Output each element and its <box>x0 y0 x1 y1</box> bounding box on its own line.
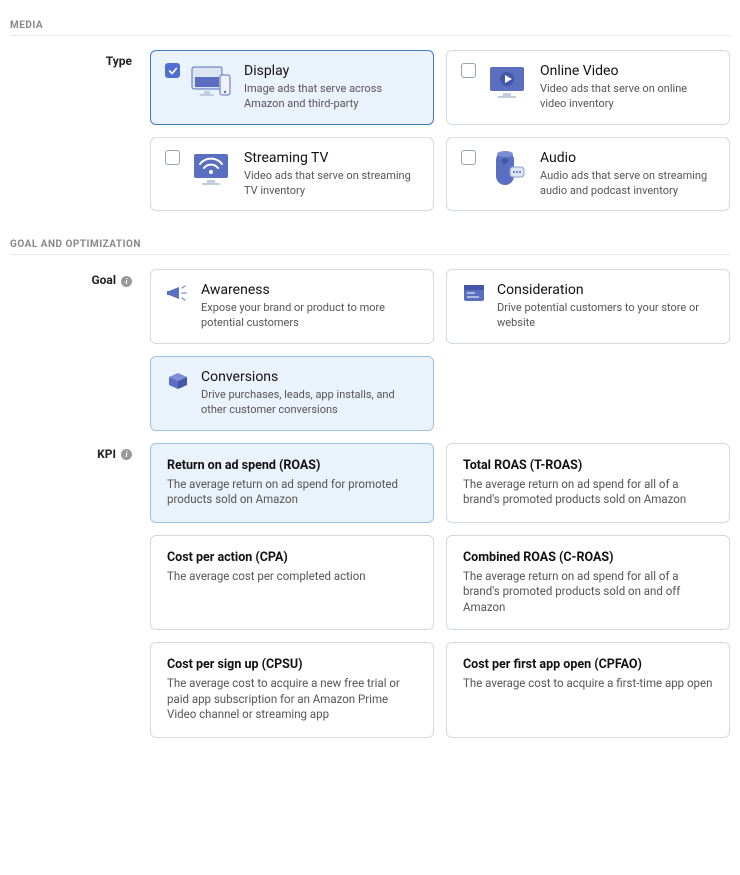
kpi-title-cpsu: Cost per sign up (CPSU) <box>167 657 417 672</box>
media-desc-streaming: Video ads that serve on streaming TV inv… <box>244 169 419 199</box>
kpi-card-croas[interactable]: Combined ROAS (C-ROAS) The average retur… <box>446 535 730 631</box>
checkbox-streaming[interactable] <box>165 150 180 165</box>
video-icon <box>486 63 530 101</box>
label-goal: Goal i <box>10 269 150 430</box>
streaming-icon <box>190 150 234 188</box>
section-header-media: MEDIA <box>10 20 730 36</box>
kpi-card-cpfao[interactable]: Cost per first app open (CPFAO) The aver… <box>446 642 730 738</box>
media-card-streaming[interactable]: Streaming TV Video ads that serve on str… <box>150 137 434 212</box>
kpi-card-cpsu[interactable]: Cost per sign up (CPSU) The average cost… <box>150 642 434 738</box>
media-card-audio[interactable]: Audio Audio ads that serve on streaming … <box>446 137 730 212</box>
media-desc-display: Image ads that serve across Amazon and t… <box>244 82 419 112</box>
media-title-video: Online Video <box>540 63 715 79</box>
checkbox-audio[interactable] <box>461 150 476 165</box>
megaphone-icon <box>165 282 191 304</box>
label-kpi-text: KPI <box>97 447 116 461</box>
kpi-desc-cpa: The average cost per completed action <box>167 569 417 585</box>
kpi-card-cpa[interactable]: Cost per action (CPA) The average cost p… <box>150 535 434 631</box>
media-card-display[interactable]: Display Image ads that serve across Amaz… <box>150 50 434 125</box>
display-icon <box>190 63 234 101</box>
audio-icon <box>486 150 530 188</box>
goal-title-conversions: Conversions <box>201 369 419 385</box>
goal-desc-awareness: Expose your brand or product to more pot… <box>201 301 419 331</box>
info-icon[interactable]: i <box>121 449 132 460</box>
media-desc-video: Video ads that serve on online video inv… <box>540 82 715 112</box>
checkbox-display[interactable] <box>165 63 180 78</box>
section-header-goal: GOAL AND OPTIMIZATION <box>10 239 730 255</box>
kpi-title-troas: Total ROAS (T-ROAS) <box>463 458 713 473</box>
kpi-card-troas[interactable]: Total ROAS (T-ROAS) The average return o… <box>446 443 730 523</box>
website-icon <box>461 282 487 304</box>
kpi-desc-troas: The average return on ad spend for all o… <box>463 477 713 508</box>
kpi-title-croas: Combined ROAS (C-ROAS) <box>463 550 713 565</box>
label-kpi: KPI i <box>10 443 150 738</box>
box-icon <box>165 369 191 391</box>
kpi-title-roas: Return on ad spend (ROAS) <box>167 458 417 473</box>
goal-card-awareness[interactable]: Awareness Expose your brand or product t… <box>150 269 434 344</box>
goal-card-consideration[interactable]: Consideration Drive potential customers … <box>446 269 730 344</box>
kpi-card-roas[interactable]: Return on ad spend (ROAS) The average re… <box>150 443 434 523</box>
label-goal-text: Goal <box>91 273 116 287</box>
info-icon[interactable]: i <box>121 276 132 287</box>
kpi-title-cpfao: Cost per first app open (CPFAO) <box>463 657 713 672</box>
checkbox-video[interactable] <box>461 63 476 78</box>
media-title-display: Display <box>244 63 419 79</box>
goal-desc-consideration: Drive potential customers to your store … <box>497 301 715 331</box>
goal-card-conversions[interactable]: Conversions Drive purchases, leads, app … <box>150 356 434 431</box>
media-title-audio: Audio <box>540 150 715 166</box>
media-title-streaming: Streaming TV <box>244 150 419 166</box>
kpi-title-cpa: Cost per action (CPA) <box>167 550 417 565</box>
goal-desc-conversions: Drive purchases, leads, app installs, an… <box>201 388 419 418</box>
media-card-video[interactable]: Online Video Video ads that serve on onl… <box>446 50 730 125</box>
kpi-desc-croas: The average return on ad spend for all o… <box>463 569 713 616</box>
media-desc-audio: Audio ads that serve on streaming audio … <box>540 169 715 199</box>
label-type: Type <box>10 50 150 211</box>
goal-title-consideration: Consideration <box>497 282 715 298</box>
goal-title-awareness: Awareness <box>201 282 419 298</box>
kpi-desc-cpsu: The average cost to acquire a new free t… <box>167 676 417 723</box>
kpi-desc-cpfao: The average cost to acquire a first-time… <box>463 676 713 692</box>
kpi-desc-roas: The average return on ad spend for promo… <box>167 477 417 508</box>
